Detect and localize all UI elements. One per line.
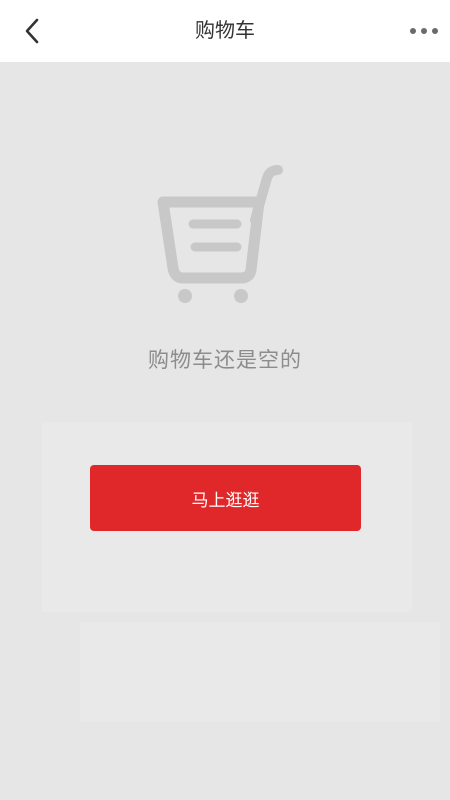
empty-cart-content: 购物车还是空的 马上逛逛 — [0, 62, 450, 800]
more-horizontal-icon — [410, 28, 438, 34]
page-title: 购物车 — [195, 18, 255, 42]
chevron-left-icon — [25, 18, 39, 44]
start-shopping-button[interactable]: 马上逛逛 — [90, 465, 361, 531]
more-options-button[interactable] — [404, 13, 444, 49]
shopping-cart-icon — [157, 165, 283, 303]
background-ghost-shape — [80, 622, 440, 722]
empty-cart-message: 购物车还是空的 — [148, 348, 302, 372]
back-button[interactable] — [14, 13, 50, 49]
start-shopping-button-label: 马上逛逛 — [191, 490, 260, 511]
top-navigation-bar: 购物车 — [0, 0, 450, 62]
